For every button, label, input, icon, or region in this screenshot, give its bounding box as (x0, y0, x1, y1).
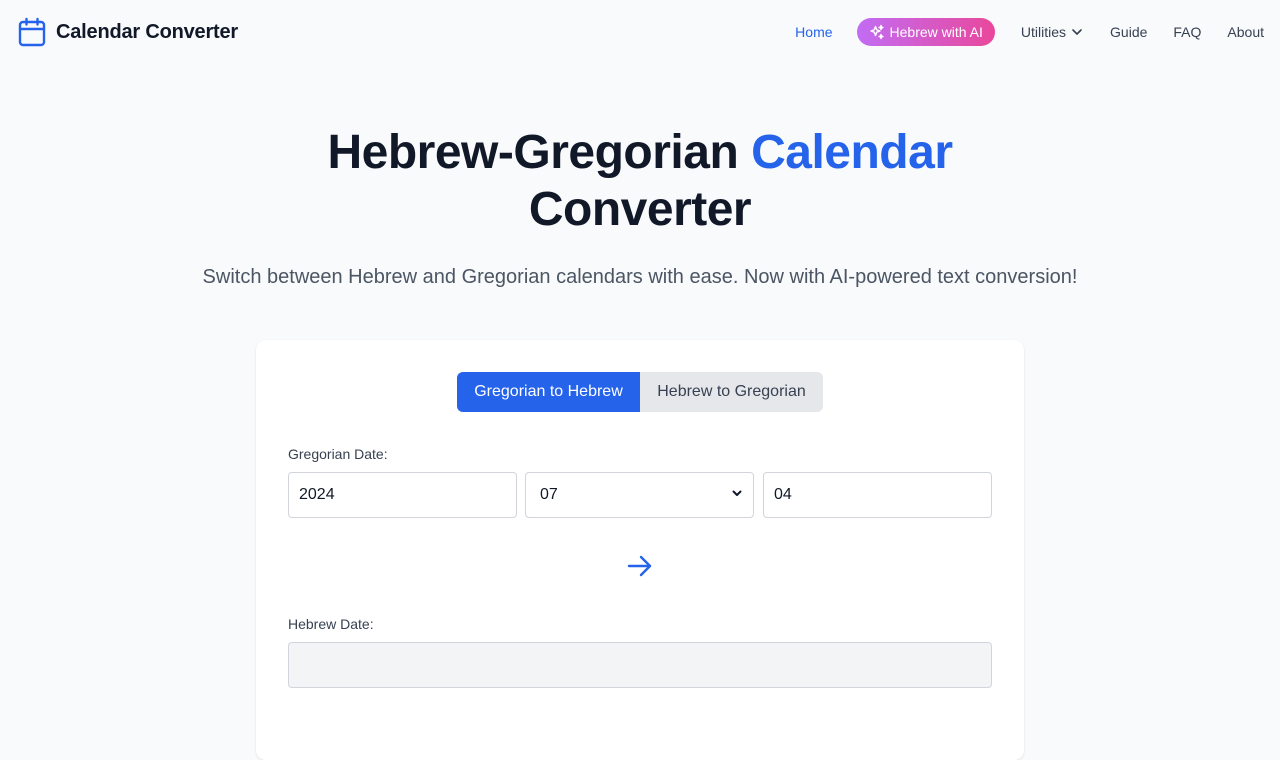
nav-utilities-label: Utilities (1020, 24, 1067, 40)
convert-arrow-button[interactable] (626, 554, 654, 578)
tab-gregorian-to-hebrew[interactable]: Gregorian to Hebrew (457, 372, 640, 412)
brand[interactable]: Calendar Converter (18, 17, 238, 47)
page-title: Hebrew-Gregorian Calendar Converter (0, 124, 1280, 238)
title-part-2: Converter (528, 183, 752, 236)
year-input[interactable] (288, 472, 517, 518)
navbar: Calendar Converter Home Hebrew with AI U… (0, 0, 1280, 64)
conversion-direction-toggle: Gregorian to Hebrew Hebrew to Gregorian (457, 372, 823, 412)
page-subtitle: Switch between Hebrew and Gregorian cale… (202, 266, 1078, 288)
chevron-down-icon (731, 486, 743, 504)
nav-ai-label: Hebrew with AI (889, 24, 983, 40)
day-input[interactable] (763, 472, 992, 518)
tab-hebrew-to-gregorian[interactable]: Hebrew to Gregorian (640, 372, 823, 412)
nav-faq[interactable]: FAQ (1173, 24, 1201, 40)
gregorian-date-label: Gregorian Date: (288, 446, 388, 462)
month-select-value: 07 (540, 486, 558, 503)
nav-about[interactable]: About (1227, 24, 1264, 40)
calendar-icon (18, 17, 46, 47)
nav-guide[interactable]: Guide (1110, 24, 1147, 40)
hero: Hebrew-Gregorian Calendar Converter (0, 124, 1280, 238)
chevron-down-icon (1070, 25, 1084, 39)
converter-card: Gregorian to Hebrew Hebrew to Gregorian … (256, 340, 1024, 760)
hebrew-date-output (288, 642, 992, 688)
hebrew-date-label: Hebrew Date: (288, 616, 374, 632)
brand-name: Calendar Converter (56, 20, 239, 43)
nav-hebrew-with-ai-button[interactable]: Hebrew with AI (856, 18, 995, 46)
nav-utilities-dropdown[interactable]: Utilities (1021, 24, 1084, 40)
arrow-right-icon (626, 555, 654, 582)
nav-home[interactable]: Home (795, 24, 832, 40)
sparkles-icon (869, 24, 885, 40)
title-part-1: Hebrew-Gregorian (327, 126, 752, 179)
month-select[interactable]: 07 (525, 472, 754, 518)
title-accent: Calendar (751, 126, 953, 179)
main-nav: Home Hebrew with AI Utilities Guide FAQ … (769, 18, 1264, 46)
